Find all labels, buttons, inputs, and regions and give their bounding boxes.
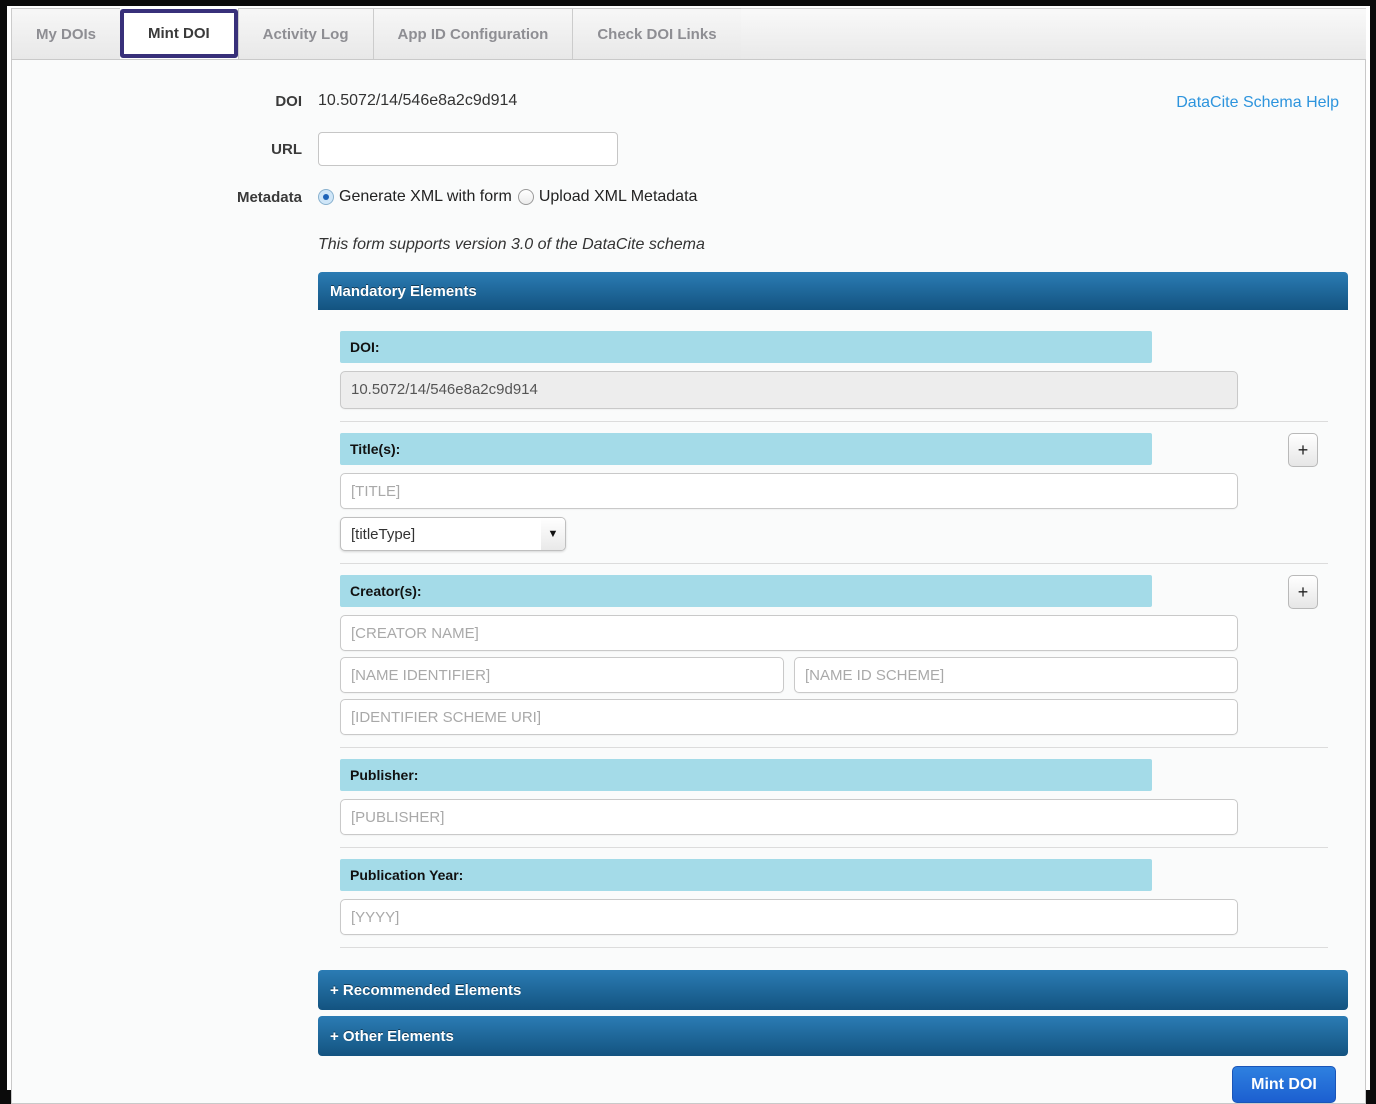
section-divider	[340, 421, 1328, 422]
section-doi-label: DOI:	[340, 331, 1152, 363]
section-creators: Creator(s): +	[340, 575, 1328, 735]
tab-activity-log[interactable]: Activity Log	[238, 8, 373, 59]
radio-upload-xml-label: Upload XML Metadata	[539, 188, 698, 206]
section-publisher-label: Publisher:	[340, 759, 1152, 791]
doi-row: DOI 10.5072/14/546e8a2c9d914	[12, 92, 1365, 110]
publication-year-input[interactable]	[340, 899, 1238, 935]
url-row: URL	[12, 132, 1365, 166]
section-divider	[340, 747, 1328, 748]
doi-readonly-field: 10.5072/14/546e8a2c9d914	[340, 371, 1238, 409]
section-publication-year-label: Publication Year:	[340, 859, 1152, 891]
tab-bar-filler	[741, 8, 1366, 59]
title-input[interactable]	[340, 473, 1238, 509]
actions-bar: Mint DOI	[318, 1056, 1348, 1103]
tab-bar: My DOIs Mint DOI Activity Log App ID Con…	[11, 8, 1366, 60]
section-titles-label: Title(s):	[340, 433, 1152, 465]
mandatory-elements-panel: Mandatory Elements DOI: 10.5072/14/546e8…	[318, 272, 1348, 964]
creator-name-input[interactable]	[340, 615, 1238, 651]
other-elements-header[interactable]: + Other Elements	[318, 1016, 1348, 1056]
identifier-scheme-uri-input[interactable]	[340, 699, 1238, 735]
name-identifier-input[interactable]	[340, 657, 784, 693]
radio-unselected-icon[interactable]	[518, 189, 534, 205]
app-window: My DOIs Mint DOI Activity Log App ID Con…	[0, 0, 1376, 1104]
radio-selected-icon[interactable]	[318, 189, 334, 205]
mint-doi-page: DataCite Schema Help DOI 10.5072/14/546e…	[11, 60, 1366, 1104]
doi-label: DOI	[12, 93, 302, 110]
creator-identifier-row	[340, 657, 1328, 693]
tab-check-doi-links[interactable]: Check DOI Links	[572, 8, 740, 59]
chevron-down-icon[interactable]: ▼	[541, 518, 565, 550]
section-doi: DOI: 10.5072/14/546e8a2c9d914	[340, 331, 1328, 409]
section-divider	[340, 947, 1328, 948]
section-divider	[340, 563, 1328, 564]
radio-generate-xml-label: Generate XML with form	[339, 188, 512, 206]
metadata-row: Metadata Generate XML with form Upload X…	[12, 188, 1365, 206]
tab-mint-doi[interactable]: Mint DOI	[120, 9, 238, 58]
url-input[interactable]	[318, 132, 618, 166]
tab-app-id-configuration[interactable]: App ID Configuration	[373, 8, 573, 59]
datacite-schema-help-link[interactable]: DataCite Schema Help	[1176, 94, 1339, 112]
radio-upload-xml[interactable]: Upload XML Metadata	[518, 188, 698, 206]
metadata-label: Metadata	[12, 189, 302, 206]
section-publisher: Publisher:	[340, 759, 1328, 835]
add-title-button[interactable]: +	[1288, 433, 1318, 467]
mint-doi-button[interactable]: Mint DOI	[1232, 1066, 1336, 1103]
add-creator-button[interactable]: +	[1288, 575, 1318, 609]
mandatory-elements-body: DOI: 10.5072/14/546e8a2c9d914 Title(s): …	[318, 310, 1348, 964]
recommended-elements-header[interactable]: + Recommended Elements	[318, 970, 1348, 1010]
section-titles: Title(s): + [titleType] ▼	[340, 433, 1328, 551]
metadata-radio-group: Generate XML with form Upload XML Metada…	[318, 188, 1365, 206]
publisher-input[interactable]	[340, 799, 1238, 835]
section-divider	[340, 847, 1328, 848]
mandatory-elements-header[interactable]: Mandatory Elements	[318, 272, 1348, 310]
name-id-scheme-input[interactable]	[794, 657, 1238, 693]
title-type-select[interactable]: [titleType] ▼	[340, 517, 566, 551]
section-creators-label: Creator(s):	[340, 575, 1152, 607]
title-type-selected-value: [titleType]	[341, 526, 541, 543]
schema-version-note: This form supports version 3.0 of the Da…	[318, 236, 1365, 254]
url-label: URL	[12, 141, 302, 158]
tab-my-dois[interactable]: My DOIs	[11, 8, 120, 59]
section-publication-year: Publication Year:	[340, 859, 1328, 935]
radio-generate-xml[interactable]: Generate XML with form	[318, 188, 512, 206]
